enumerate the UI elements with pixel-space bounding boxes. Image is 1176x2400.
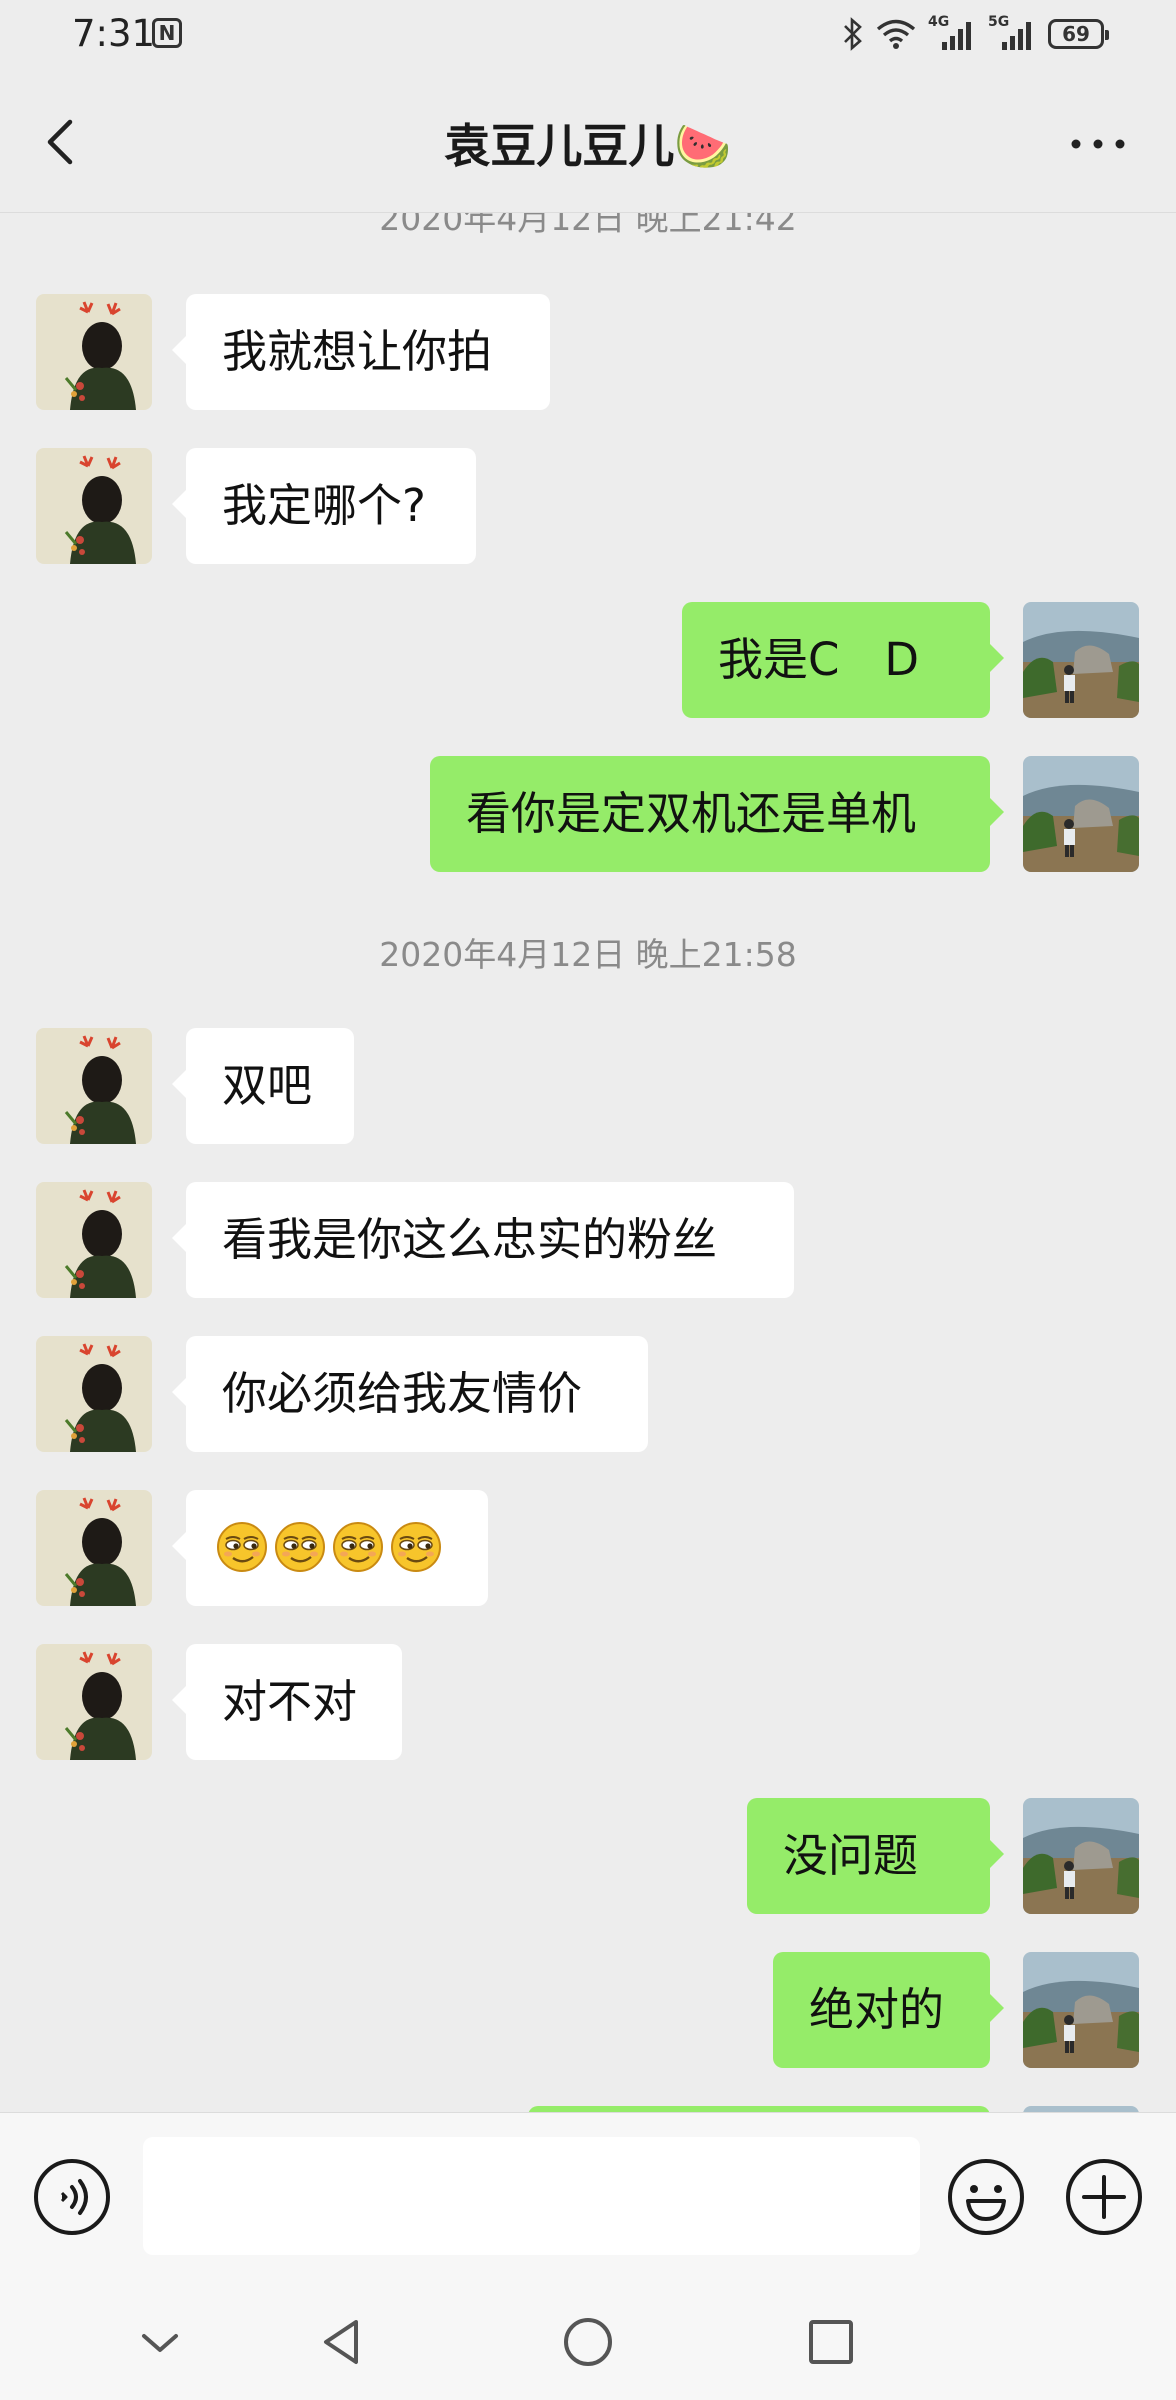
incoming-message[interactable]: 你必须给我友情价 [0,1336,1176,1452]
message-bubble[interactable]: 对不对 [172,1644,402,1760]
network-5g-signal: 5G [988,14,1036,52]
message-bubble[interactable]: 没问题 [747,1798,1004,1914]
user-avatar[interactable] [1023,1798,1139,1914]
system-nav-bar [0,2284,1176,2400]
message-bubble[interactable]: 看我是你这么忠实的粉丝 [172,1182,794,1298]
message-input[interactable] [143,2137,920,2255]
smirk-face-emoji [332,1521,384,1573]
message-bubble[interactable]: 我就想让你拍 [172,294,550,410]
user-avatar[interactable] [1023,602,1139,718]
incoming-message[interactable]: 我定哪个? [0,448,1176,564]
message-bubble[interactable] [172,1490,488,1606]
chat-area[interactable]: 2020年4月12日 晚上21:42 我就想让你拍 我定哪个? 我是C D 看你… [0,212,1176,2112]
smirk-face-emoji [274,1521,326,1573]
contact-avatar[interactable] [36,1490,152,1606]
message-bubble[interactable]: 我定哪个? [172,448,476,564]
incoming-message[interactable] [0,1490,1176,1606]
incoming-message[interactable]: 看我是你这么忠实的粉丝 [0,1182,1176,1298]
nfc-icon: N [152,18,182,48]
contact-avatar[interactable] [36,1182,152,1298]
outgoing-message[interactable]: 看你是定双机还是单机 [0,756,1176,872]
user-avatar[interactable] [1023,756,1139,872]
chat-header: 袁豆儿豆儿🍉 [0,72,1176,213]
emoji-icon[interactable] [946,2157,1026,2237]
chevron-down-icon[interactable] [132,2314,188,2370]
contact-avatar[interactable] [36,294,152,410]
signal-icon [942,22,971,50]
status-time: 7:31 [72,12,156,55]
contact-avatar[interactable] [36,1336,152,1452]
incoming-message[interactable]: 对不对 [0,1644,1176,1760]
incoming-message[interactable]: 我就想让你拍 [0,294,1176,410]
back-triangle-icon[interactable] [314,2314,370,2370]
outgoing-message[interactable]: 我是C D [0,602,1176,718]
home-circle-icon[interactable] [560,2314,616,2370]
message-bubble[interactable]: 我是C D [682,602,1004,718]
voice-icon[interactable] [32,2157,112,2237]
chat-timestamp: 2020年4月12日 晚上21:58 [379,935,797,974]
recents-square-icon[interactable] [803,2314,859,2370]
outgoing-message[interactable]: 绝对的 [0,1952,1176,2068]
user-avatar[interactable] [1023,1952,1139,2068]
plus-icon[interactable] [1064,2157,1144,2237]
smirk-face-emoji [216,1521,268,1573]
outgoing-message[interactable]: 没问题 [0,1798,1176,1914]
network-4g-signal: 4G [928,14,976,52]
status-icons: 4G 5G 69 [842,14,1109,54]
status-bar: 7:31 N 4G 5G 69 [0,0,1176,72]
battery-icon: 69 [1048,19,1109,49]
contact-avatar[interactable] [36,1644,152,1760]
chat-title: 袁豆儿豆儿🍉 [444,119,732,173]
smirk-face-emoji [390,1521,442,1573]
message-bubble[interactable]: 绝对的 [773,1952,1004,2068]
chat-timestamp: 2020年4月12日 晚上21:42 [379,212,797,238]
message-bubble[interactable]: 看你是定双机还是单机 [430,756,1004,872]
contact-avatar[interactable] [36,1028,152,1144]
input-bar [0,2112,1176,2285]
incoming-message[interactable]: 双吧 [0,1028,1176,1144]
signal-icon [1002,22,1031,50]
message-bubble[interactable]: 双吧 [172,1028,354,1144]
more-dots-icon[interactable] [1068,124,1128,164]
message-bubble[interactable]: 你必须给我友情价 [172,1336,648,1452]
bluetooth-icon [844,17,862,51]
contact-avatar[interactable] [36,448,152,564]
wifi-icon [876,19,916,49]
